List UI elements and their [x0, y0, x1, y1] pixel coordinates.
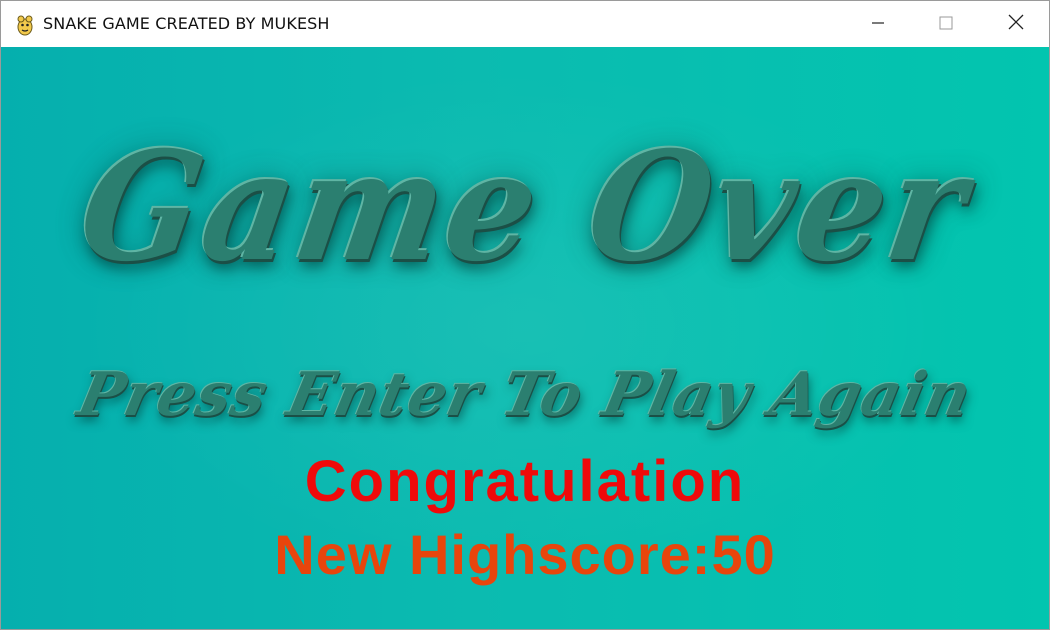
- title-bar[interactable]: SNAKE GAME CREATED BY MUKESH: [1, 1, 1049, 47]
- congratulation-text: Congratulation: [304, 449, 746, 514]
- game-window: SNAKE GAME CREATED BY MUKESH Game Over P…: [0, 0, 1050, 630]
- pygame-snake-icon: [13, 13, 37, 37]
- game-over-title: Game Over: [69, 119, 981, 295]
- game-canvas[interactable]: Game Over Press Enter To Play Again Cong…: [1, 47, 1049, 629]
- window-title: SNAKE GAME CREATED BY MUKESH: [43, 14, 330, 33]
- highscore-text: New Highscore:50: [274, 523, 776, 586]
- maximize-button[interactable]: [911, 1, 981, 47]
- minimize-icon: [871, 15, 885, 34]
- maximize-icon: [939, 15, 953, 34]
- minimize-button[interactable]: [843, 1, 913, 47]
- close-button[interactable]: [981, 1, 1049, 47]
- play-again-prompt: Press Enter To Play Again: [71, 360, 978, 430]
- close-icon: [1008, 14, 1024, 34]
